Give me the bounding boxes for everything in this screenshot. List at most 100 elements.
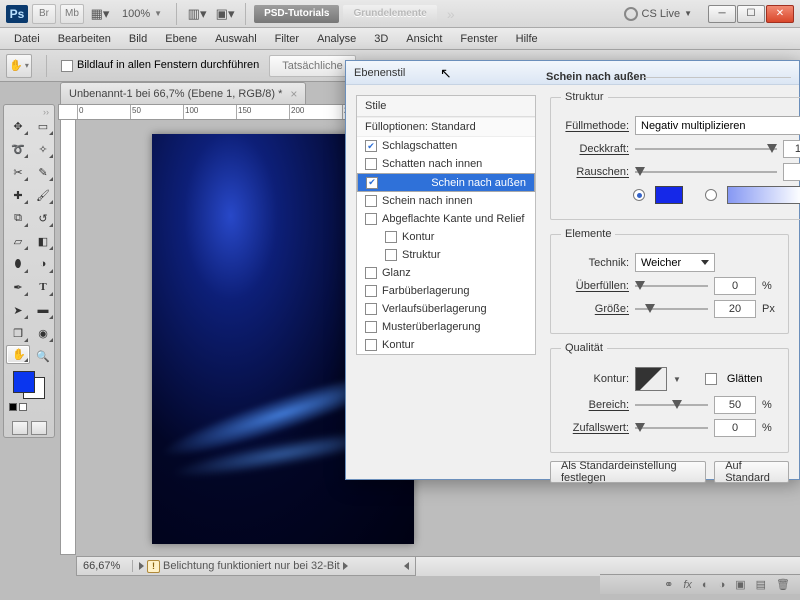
color-swatches[interactable]	[6, 367, 52, 417]
menu-bearbeiten[interactable]: Bearbeiten	[50, 31, 119, 47]
style-checkbox[interactable]	[385, 249, 397, 261]
style-row[interactable]: Schlagschatten	[357, 137, 535, 155]
screenmode-toggle[interactable]	[31, 421, 47, 435]
opacity-slider[interactable]	[635, 142, 777, 156]
quickmask-toggle[interactable]	[12, 421, 28, 435]
menu-filter[interactable]: Filter	[267, 31, 307, 47]
size-slider[interactable]	[635, 302, 708, 316]
workspace-psdtut[interactable]: PSD-Tutorials	[254, 5, 339, 23]
adjustment-icon[interactable]: ◑	[719, 579, 726, 591]
mask-icon[interactable]: ◐	[702, 579, 709, 591]
style-checkbox[interactable]	[385, 231, 397, 243]
fx-icon[interactable]: fx	[683, 579, 692, 591]
eyedropper-tool[interactable]: ✎	[31, 161, 55, 183]
document-tab[interactable]: Unbenannt-1 bei 66,7% (Ebene 1, RGB/8) *…	[60, 82, 306, 104]
bridge-button[interactable]: Br	[32, 4, 56, 24]
blendmode-select[interactable]: Negativ multiplizieren	[635, 116, 800, 135]
style-row[interactable]: Schein nach außen	[357, 173, 535, 192]
crop-tool[interactable]: ✂	[6, 161, 30, 183]
shape-tool[interactable]: ▬	[31, 299, 55, 321]
style-row[interactable]: Farbüberlagerung	[357, 282, 535, 300]
scroll-all-checkbox[interactable]: Bildlauf in allen Fenstern durchführen	[61, 59, 259, 71]
minibridge-button[interactable]: Mb	[60, 4, 84, 24]
hand-tool[interactable]: ✋	[6, 345, 30, 364]
workspace-more-icon[interactable]: »	[447, 6, 455, 22]
jitter-input[interactable]: 0	[714, 419, 756, 437]
style-checkbox[interactable]	[365, 321, 377, 333]
stamp-tool[interactable]: ⧉	[6, 207, 30, 229]
glow-gradient-picker[interactable]	[727, 186, 800, 204]
noise-slider[interactable]	[635, 165, 777, 179]
style-checkbox[interactable]	[365, 140, 377, 152]
hand-tool-icon[interactable]: ✋▾	[6, 54, 32, 78]
heal-tool[interactable]: ✚	[6, 184, 30, 206]
range-input[interactable]: 50	[714, 396, 756, 414]
dodge-tool[interactable]: ◑	[31, 253, 55, 275]
style-row[interactable]: Verlaufsüberlagerung	[357, 300, 535, 318]
link-icon[interactable]: ⚭	[664, 578, 673, 591]
menu-ebene[interactable]: Ebene	[157, 31, 205, 47]
workspace-grund[interactable]: Grundelemente	[343, 5, 436, 23]
arrange-menu[interactable]: ▥▾	[185, 3, 209, 25]
blend-options-row[interactable]: Fülloptionen: Standard	[357, 117, 535, 137]
make-default-button[interactable]: Als Standardeinstellung festlegen	[550, 461, 706, 483]
menu-bild[interactable]: Bild	[121, 31, 155, 47]
noise-input[interactable]: 0	[783, 163, 800, 181]
range-slider[interactable]	[635, 398, 708, 412]
menu-analyse[interactable]: Analyse	[309, 31, 364, 47]
style-checkbox[interactable]	[365, 158, 377, 170]
menu-hilfe[interactable]: Hilfe	[508, 31, 546, 47]
path-select-tool[interactable]: ➤	[6, 299, 30, 321]
contour-picker[interactable]	[635, 367, 667, 391]
brush-tool[interactable]: 🖌	[31, 184, 55, 206]
panel-grab-icon[interactable]: ››	[6, 107, 52, 115]
color-radio[interactable]	[633, 189, 645, 201]
zoom-field[interactable]: 66,67%	[77, 560, 133, 572]
menu-fenster[interactable]: Fenster	[452, 31, 505, 47]
style-row[interactable]: Kontur	[357, 336, 535, 354]
cs-live[interactable]: CS Live▼	[624, 7, 692, 21]
menu-3d[interactable]: 3D	[366, 31, 396, 47]
trash-icon[interactable]: 🗑	[776, 578, 790, 591]
style-row[interactable]: Abgeflachte Kante und Relief	[357, 210, 535, 228]
wand-tool[interactable]: ✧	[31, 138, 55, 160]
close-button[interactable]: ✕	[766, 5, 794, 23]
close-tab-icon[interactable]: ×	[290, 87, 297, 101]
eraser-tool[interactable]: ▱	[6, 230, 30, 252]
style-row[interactable]: Kontur	[357, 228, 535, 246]
reset-default-button[interactable]: Auf Standard	[714, 461, 789, 483]
view-extras-menu[interactable]: ▦▾	[88, 3, 112, 25]
style-row[interactable]: Musterüberlagerung	[357, 318, 535, 336]
history-brush-tool[interactable]: ↺	[31, 207, 55, 229]
menu-datei[interactable]: Datei	[6, 31, 48, 47]
styles-header[interactable]: Stile	[357, 96, 535, 117]
style-row[interactable]: Schein nach innen	[357, 192, 535, 210]
type-tool[interactable]: T	[31, 276, 55, 298]
spread-input[interactable]: 0	[714, 277, 756, 295]
minimize-button[interactable]: ─	[708, 5, 736, 23]
blur-tool[interactable]: ⬮	[6, 253, 30, 275]
zoom-dropdown[interactable]: 100%▼	[116, 4, 168, 24]
style-checkbox[interactable]	[365, 267, 377, 279]
antialias-checkbox[interactable]	[705, 373, 717, 385]
gradient-tool[interactable]: ◧	[31, 230, 55, 252]
menu-ansicht[interactable]: Ansicht	[398, 31, 450, 47]
size-input[interactable]: 20	[714, 300, 756, 318]
move-tool[interactable]: ✥	[6, 115, 30, 137]
glow-color-swatch[interactable]	[655, 186, 683, 204]
3dcam-tool[interactable]: ◉	[31, 322, 55, 344]
style-checkbox[interactable]	[365, 195, 377, 207]
style-row[interactable]: Glanz	[357, 264, 535, 282]
spread-slider[interactable]	[635, 279, 708, 293]
zoom-tool[interactable]: 🔍	[31, 345, 55, 367]
style-row[interactable]: Struktur	[357, 246, 535, 264]
jitter-slider[interactable]	[635, 421, 708, 435]
actual-pixels-button[interactable]: Tatsächliche	[269, 55, 356, 77]
style-row[interactable]: Schatten nach innen	[357, 155, 535, 173]
style-checkbox[interactable]	[365, 285, 377, 297]
gradient-radio[interactable]	[705, 189, 717, 201]
style-checkbox[interactable]	[365, 303, 377, 315]
menu-auswahl[interactable]: Auswahl	[207, 31, 265, 47]
pen-tool[interactable]: ✒	[6, 276, 30, 298]
style-checkbox[interactable]	[365, 213, 377, 225]
